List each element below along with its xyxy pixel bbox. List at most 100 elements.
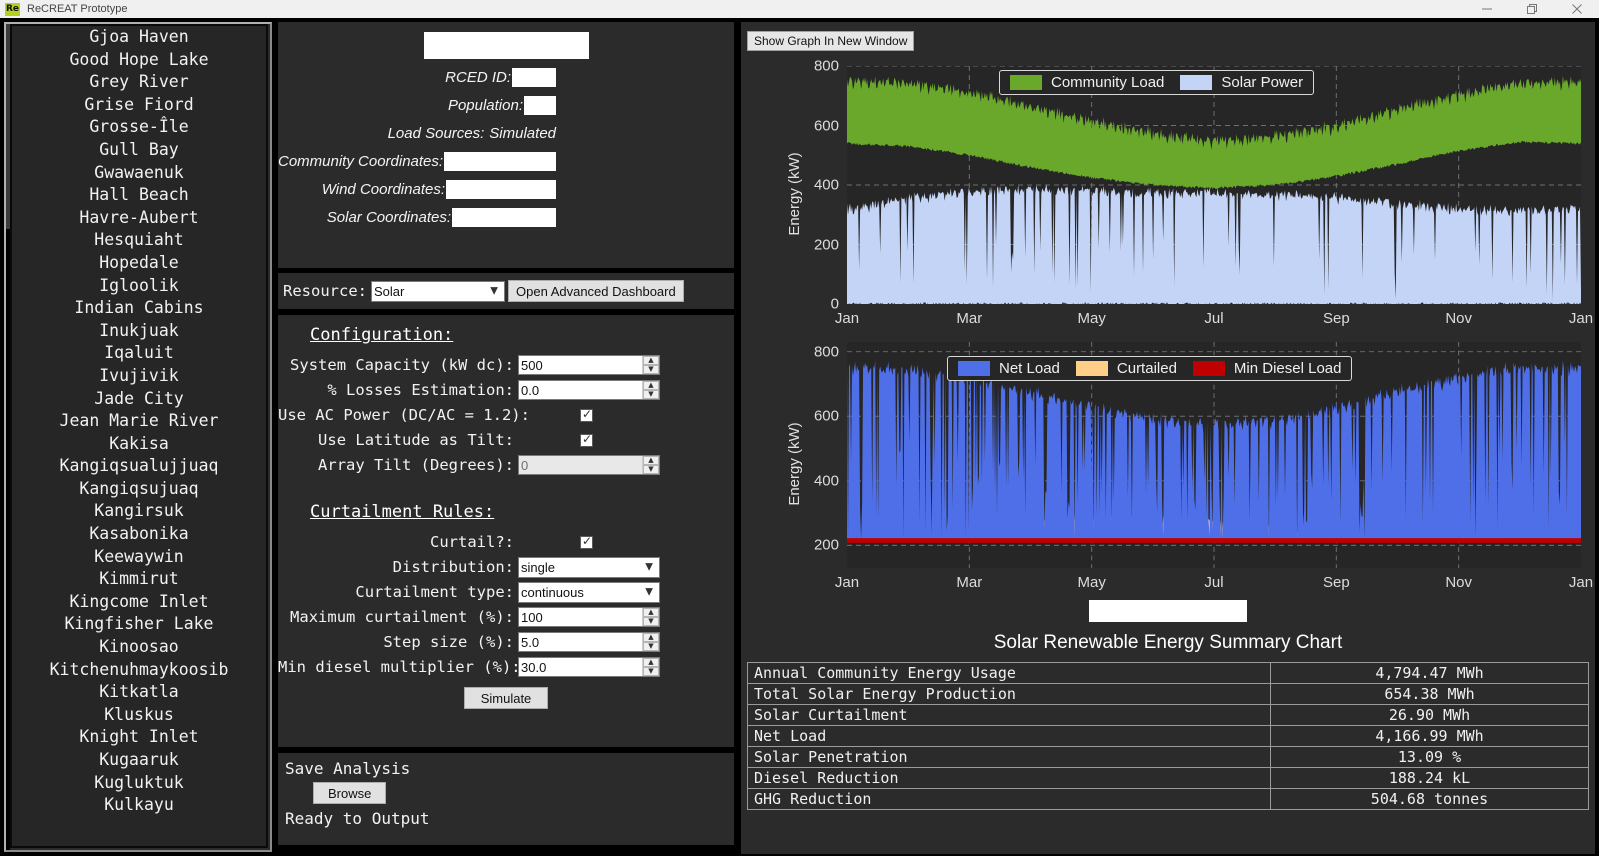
community-list-item[interactable]: Kangiqsualujjuaq (12, 455, 266, 478)
show-graph-in-new-window-button[interactable]: Show Graph In New Window (747, 31, 915, 51)
use-ac-power-checkbox[interactable] (580, 407, 593, 422)
step-size-spin-buttons[interactable]: ▲ ▼ (642, 633, 659, 651)
community-list-item[interactable]: Jean Marie River (12, 410, 266, 433)
system-capacity-label: System Capacity (kW dc): (290, 356, 514, 374)
community-list-item[interactable]: Kingfisher Lake (12, 613, 266, 636)
community-list-item[interactable]: Knight Inlet (12, 726, 266, 749)
community-list-item[interactable]: Kugluktuk (12, 772, 266, 795)
community-list-item[interactable]: Igloolik (12, 275, 266, 298)
community-load-solar-chart: Energy (kW) 0 200 400 600 800 Jan Mar May Jul Se… (747, 58, 1593, 330)
minimize-button[interactable] (1464, 0, 1509, 18)
net-load-curtailed-chart: Energy (kW) 200 400 600 800 Jan Mar May Jul Sep… (747, 334, 1593, 594)
info-row-field[interactable] (524, 95, 556, 115)
step-size-input[interactable] (519, 633, 642, 651)
community-list-item[interactable]: Grey River (12, 71, 266, 94)
resource-select[interactable]: SolarWind (371, 280, 505, 302)
distribution-select[interactable]: singlemultiple (518, 556, 660, 578)
community-list-item[interactable]: Kitchenuhmaykoosib (12, 659, 266, 682)
community-list-item[interactable]: Kingcome Inlet (12, 591, 266, 614)
info-row: Community Coordinates: (278, 147, 734, 175)
losses-input[interactable] (519, 381, 642, 399)
system-capacity-spin-buttons[interactable]: ▲ ▼ (642, 356, 659, 374)
community-list-item[interactable]: Hesquiaht (12, 229, 266, 252)
info-row-field[interactable] (452, 207, 556, 227)
community-list-item[interactable]: Inukjuak (12, 320, 266, 343)
community-list-item[interactable]: Gull Bay (12, 139, 266, 162)
community-list-item[interactable]: Kinoosao (12, 636, 266, 659)
community-list-item[interactable]: Hall Beach (12, 184, 266, 207)
community-list-item[interactable]: Kasabonika (12, 523, 266, 546)
min-diesel-spin-buttons[interactable]: ▲ ▼ (642, 658, 659, 676)
x-tick-label: May (1077, 574, 1106, 591)
min-diesel-stepper[interactable]: ▲ ▼ (518, 657, 660, 677)
curtailment-heading: Curtailment Rules: (310, 502, 495, 522)
latitude-tilt-checkbox[interactable] (580, 432, 593, 447)
spin-down-icon[interactable]: ▼ (643, 390, 659, 399)
community-list-item[interactable]: Havre-Aubert (12, 207, 266, 230)
table-row: Total Solar Energy Production 654.38 MWh (747, 683, 1589, 705)
spin-up-icon[interactable]: ▲ (643, 658, 659, 667)
community-list-item[interactable]: Kakisa (12, 433, 266, 456)
losses-row: % Losses Estimation: ▲ ▼ (278, 379, 734, 401)
open-advanced-dashboard-button[interactable]: Open Advanced Dashboard (508, 280, 684, 302)
x-tick-label: Mar (956, 574, 983, 591)
info-row-field[interactable] (512, 67, 556, 87)
configuration-heading: Configuration: (310, 325, 454, 345)
community-list-item[interactable]: Keewaywin (12, 546, 266, 569)
maximize-button[interactable] (1509, 0, 1554, 18)
spin-up-icon[interactable]: ▲ (643, 608, 659, 617)
losses-spin-buttons[interactable]: ▲ ▼ (642, 381, 659, 399)
community-list-item[interactable]: Kluskus (12, 704, 266, 727)
resource-selector-panel: Resource: SolarWind ▼ Open Advanced Dash… (278, 273, 734, 309)
system-capacity-stepper[interactable]: ▲ ▼ (518, 355, 660, 375)
summary-value-box[interactable] (1089, 600, 1247, 622)
community-list-item[interactable]: Kitkatla (12, 681, 266, 704)
min-diesel-input[interactable] (519, 658, 642, 676)
max-curtailment-spin-buttons[interactable]: ▲ ▼ (642, 608, 659, 626)
community-list-item[interactable]: Indian Cabins (12, 297, 266, 320)
losses-stepper[interactable]: ▲ ▼ (518, 380, 660, 400)
step-size-stepper[interactable]: ▲ ▼ (518, 632, 660, 652)
summary-table: Annual Community Energy Usage 4,794.47 MW… (747, 662, 1589, 810)
spin-down-icon[interactable]: ▼ (643, 365, 659, 374)
summary-row-label: Solar Penetration (747, 746, 1271, 768)
community-list-item[interactable]: Kugaaruk (12, 749, 266, 772)
community-list-item[interactable]: Grosse-Île (12, 116, 266, 139)
max-curtailment-stepper[interactable]: ▲ ▼ (518, 607, 660, 627)
spin-up-icon[interactable]: ▲ (643, 633, 659, 642)
simulate-button[interactable]: Simulate (463, 687, 549, 709)
community-list-item[interactable]: Jade City (12, 388, 266, 411)
summary-chart-title: Solar Renewable Energy Summary Chart (993, 632, 1343, 653)
table-row: Solar Curtailment 26.90 MWh (747, 704, 1589, 726)
max-curtailment-input[interactable] (519, 608, 642, 626)
browse-button[interactable]: Browse (313, 782, 387, 804)
community-list-item[interactable]: Kulkayu (12, 794, 266, 817)
spin-up-icon[interactable]: ▲ (643, 356, 659, 365)
system-capacity-input[interactable] (519, 356, 642, 374)
community-list-item[interactable]: Good Hope Lake (12, 49, 266, 72)
info-row-field[interactable] (446, 179, 556, 199)
spin-down-icon[interactable]: ▼ (643, 642, 659, 651)
community-list-item[interactable]: Gjoa Haven (12, 26, 266, 49)
info-row-field[interactable] (444, 151, 556, 171)
community-list-item[interactable]: Iqaluit (12, 342, 266, 365)
community-list-item[interactable]: Gwawaenuk (12, 162, 266, 185)
info-row-label: Community Coordinates: (278, 152, 444, 170)
curtail-checkbox[interactable] (580, 534, 593, 549)
curtailment-type-select[interactable]: continuousdiscrete (518, 581, 660, 603)
community-list-item[interactable]: Kangiqsujuaq (12, 478, 266, 501)
losses-label: % Losses Estimation: (327, 381, 514, 399)
community-list[interactable]: Gjoa Haven Good Hope Lake Grey River Grise … (10, 24, 268, 848)
close-button[interactable] (1554, 0, 1599, 18)
spin-down-icon[interactable]: ▼ (643, 667, 659, 676)
community-list-item[interactable]: Hopedale (12, 252, 266, 275)
community-list-item[interactable]: Kangirsuk (12, 500, 266, 523)
spin-down-icon[interactable]: ▼ (643, 617, 659, 626)
community-list-item[interactable]: Kimmirut (12, 568, 266, 591)
community-list-item[interactable]: Ivujivik (12, 365, 266, 388)
community-list-item[interactable]: Grise Fiord (12, 94, 266, 117)
x-tick-label: Sep (1322, 574, 1350, 591)
table-row: Solar Penetration 13.09 % (747, 746, 1589, 768)
community-name-field[interactable] (423, 32, 589, 59)
spin-up-icon[interactable]: ▲ (643, 381, 659, 390)
